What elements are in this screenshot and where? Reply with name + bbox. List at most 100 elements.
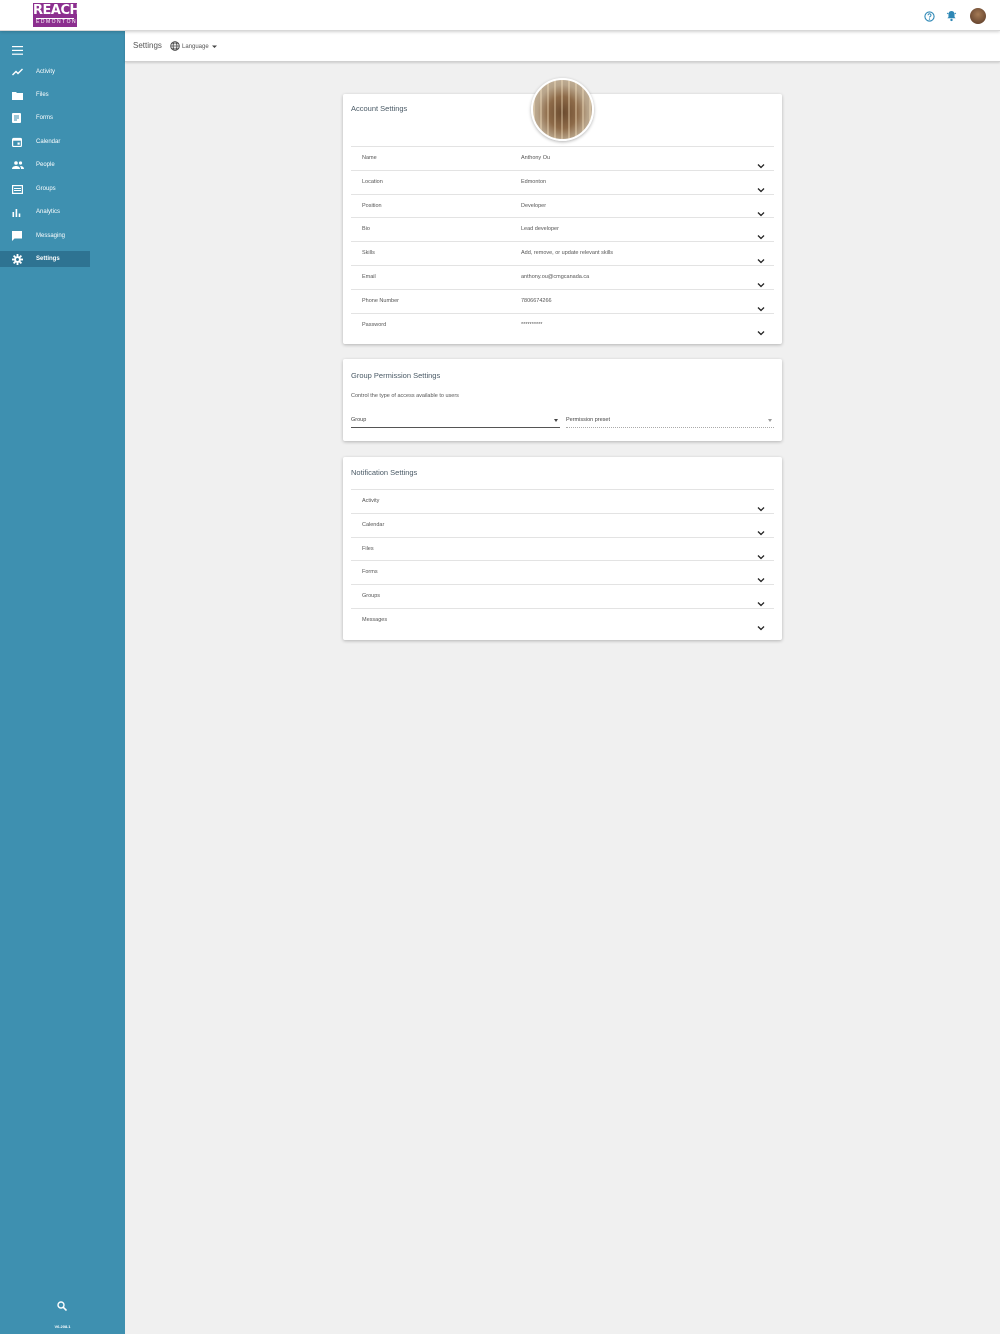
user-avatar[interactable]	[970, 8, 986, 24]
sidebar-item-people[interactable]: People	[0, 157, 90, 173]
field-value: Add, remove, or update relevant skills	[521, 250, 614, 257]
field-label: Skills	[362, 250, 375, 257]
field-row-location[interactable]: Location Edmonton	[351, 169, 774, 194]
sidebar-item-label: Groups	[36, 186, 56, 192]
field-row-password[interactable]: Password **********	[351, 312, 774, 337]
field-value: **********	[521, 321, 543, 328]
bell-icon[interactable]	[944, 9, 958, 23]
chevron-down-icon[interactable]	[757, 523, 765, 536]
field-value: Lead developer	[521, 226, 559, 233]
help-circle-icon[interactable]	[922, 9, 936, 23]
sidebar-item-label: Analytics	[36, 209, 61, 215]
sidebar-item-settings[interactable]: Settings	[0, 251, 90, 267]
notification-label: Forms	[362, 569, 378, 576]
chevron-down-icon[interactable]	[757, 594, 765, 607]
top-right-actions	[922, 7, 986, 25]
group-permission-settings-card: Group Permission Settings Control the ty…	[343, 359, 782, 441]
sidebar-item-label: Forms	[36, 115, 53, 121]
gear-icon	[0, 253, 36, 265]
field-row-name[interactable]: Name Anthony Ou	[351, 146, 774, 170]
sidebar-item-files[interactable]: Files	[0, 87, 90, 103]
profile-photo[interactable]	[531, 78, 594, 141]
field-label: Name	[362, 155, 377, 161]
group-select[interactable]: Group	[351, 414, 560, 428]
field-value: Developer	[521, 202, 547, 209]
notification-label: Files	[362, 545, 374, 552]
chevron-down-icon[interactable]	[757, 299, 765, 312]
groups-icon	[0, 184, 36, 194]
caret-down-icon	[768, 419, 772, 422]
field-label: Position	[362, 202, 382, 209]
page-header: Settings Language	[125, 31, 1000, 62]
language-label: Language	[182, 44, 209, 50]
language-selector[interactable]: Language	[170, 41, 218, 53]
sidebar-item-forms[interactable]: Forms	[0, 110, 90, 126]
notification-label: Messages	[362, 616, 388, 623]
activity-icon	[0, 68, 36, 76]
notification-label: Groups	[362, 593, 381, 600]
sidebar-item-groups[interactable]: Groups	[0, 181, 90, 197]
field-value: Edmonton	[521, 178, 547, 185]
chevron-down-icon[interactable]	[757, 227, 765, 240]
permission-preset-select[interactable]: Permission preset	[566, 414, 774, 428]
chevron-down-icon[interactable]	[757, 251, 765, 264]
calendar-icon	[0, 137, 36, 147]
folder-icon	[0, 91, 36, 100]
field-row-position[interactable]: Position Developer	[351, 193, 774, 218]
field-value: 7806674266	[521, 297, 552, 304]
menu-icon[interactable]	[12, 42, 24, 55]
caret-down-icon	[211, 44, 218, 51]
field-label: Phone Number	[362, 297, 399, 304]
chevron-down-icon[interactable]	[757, 570, 765, 583]
caret-down-icon	[554, 419, 558, 422]
chevron-down-icon[interactable]	[757, 156, 765, 169]
chevron-down-icon[interactable]	[757, 618, 765, 631]
chevron-down-icon[interactable]	[757, 180, 765, 193]
search-icon[interactable]	[57, 1298, 68, 1316]
sidebar-item-activity[interactable]: Activity	[0, 64, 90, 80]
account-fields-list: Name Anthony Ou Location Edmonton Positi…	[351, 146, 774, 336]
sidebar-item-analytics[interactable]: Analytics	[0, 204, 90, 220]
notification-row-forms[interactable]: Forms	[351, 560, 774, 584]
field-row-skills[interactable]: Skills Add, remove, or update relevant s…	[351, 241, 774, 265]
chevron-down-icon[interactable]	[757, 547, 765, 560]
field-label: Email	[362, 273, 376, 280]
version-label: V6.208.1	[54, 1324, 71, 1329]
form-icon	[0, 113, 36, 123]
reach-edmonton-logo[interactable]: REACH EDMONTON	[33, 3, 77, 27]
sidebar-item-label: Activity	[36, 69, 56, 75]
notification-row-files[interactable]: Files	[351, 536, 774, 561]
notification-row-messages[interactable]: Messages	[351, 607, 774, 632]
notification-row-calendar[interactable]: Calendar	[351, 512, 774, 537]
sidebar-item-label: Messaging	[36, 233, 66, 239]
field-row-bio[interactable]: Bio Lead developer	[351, 217, 774, 241]
people-icon	[0, 161, 36, 169]
chevron-down-icon[interactable]	[757, 275, 765, 288]
field-value: anthony.ou@cmgcanada.ca	[521, 273, 590, 280]
sidebar-item-label: Calendar	[36, 139, 61, 145]
notification-row-activity[interactable]: Activity	[351, 489, 774, 513]
chat-icon	[0, 231, 36, 241]
field-label: Password	[362, 321, 387, 328]
chevron-down-icon[interactable]	[757, 499, 765, 512]
group-permission-title: Group Permission Settings	[351, 371, 441, 380]
chevron-down-icon[interactable]	[757, 323, 765, 335]
sidebar-item-messaging[interactable]: Messaging	[0, 228, 90, 244]
notification-label: Activity	[362, 498, 380, 504]
field-label: Location	[362, 178, 383, 185]
field-value: Anthony Ou	[521, 155, 551, 161]
sidebar-item-label: Files	[36, 92, 49, 98]
sidebar-item-calendar[interactable]: Calendar	[0, 134, 90, 150]
sidebar-item-label: People	[36, 162, 55, 168]
field-label: Bio	[362, 226, 370, 233]
field-row-email[interactable]: Email anthony.ou@cmgcanada.ca	[351, 264, 774, 289]
account-settings-card: Account Settings Name Anthony Ou Locatio…	[343, 78, 782, 344]
chevron-down-icon[interactable]	[757, 204, 765, 217]
notification-row-groups[interactable]: Groups	[351, 584, 774, 608]
globe-icon	[170, 41, 180, 53]
notification-label: Calendar	[362, 521, 385, 528]
field-row-phone-number[interactable]: Phone Number 7806674266	[351, 288, 774, 313]
notification-settings-title: Notification Settings	[351, 468, 418, 477]
bar-chart-icon	[0, 208, 36, 217]
permission-preset-label: Permission preset	[566, 417, 611, 423]
